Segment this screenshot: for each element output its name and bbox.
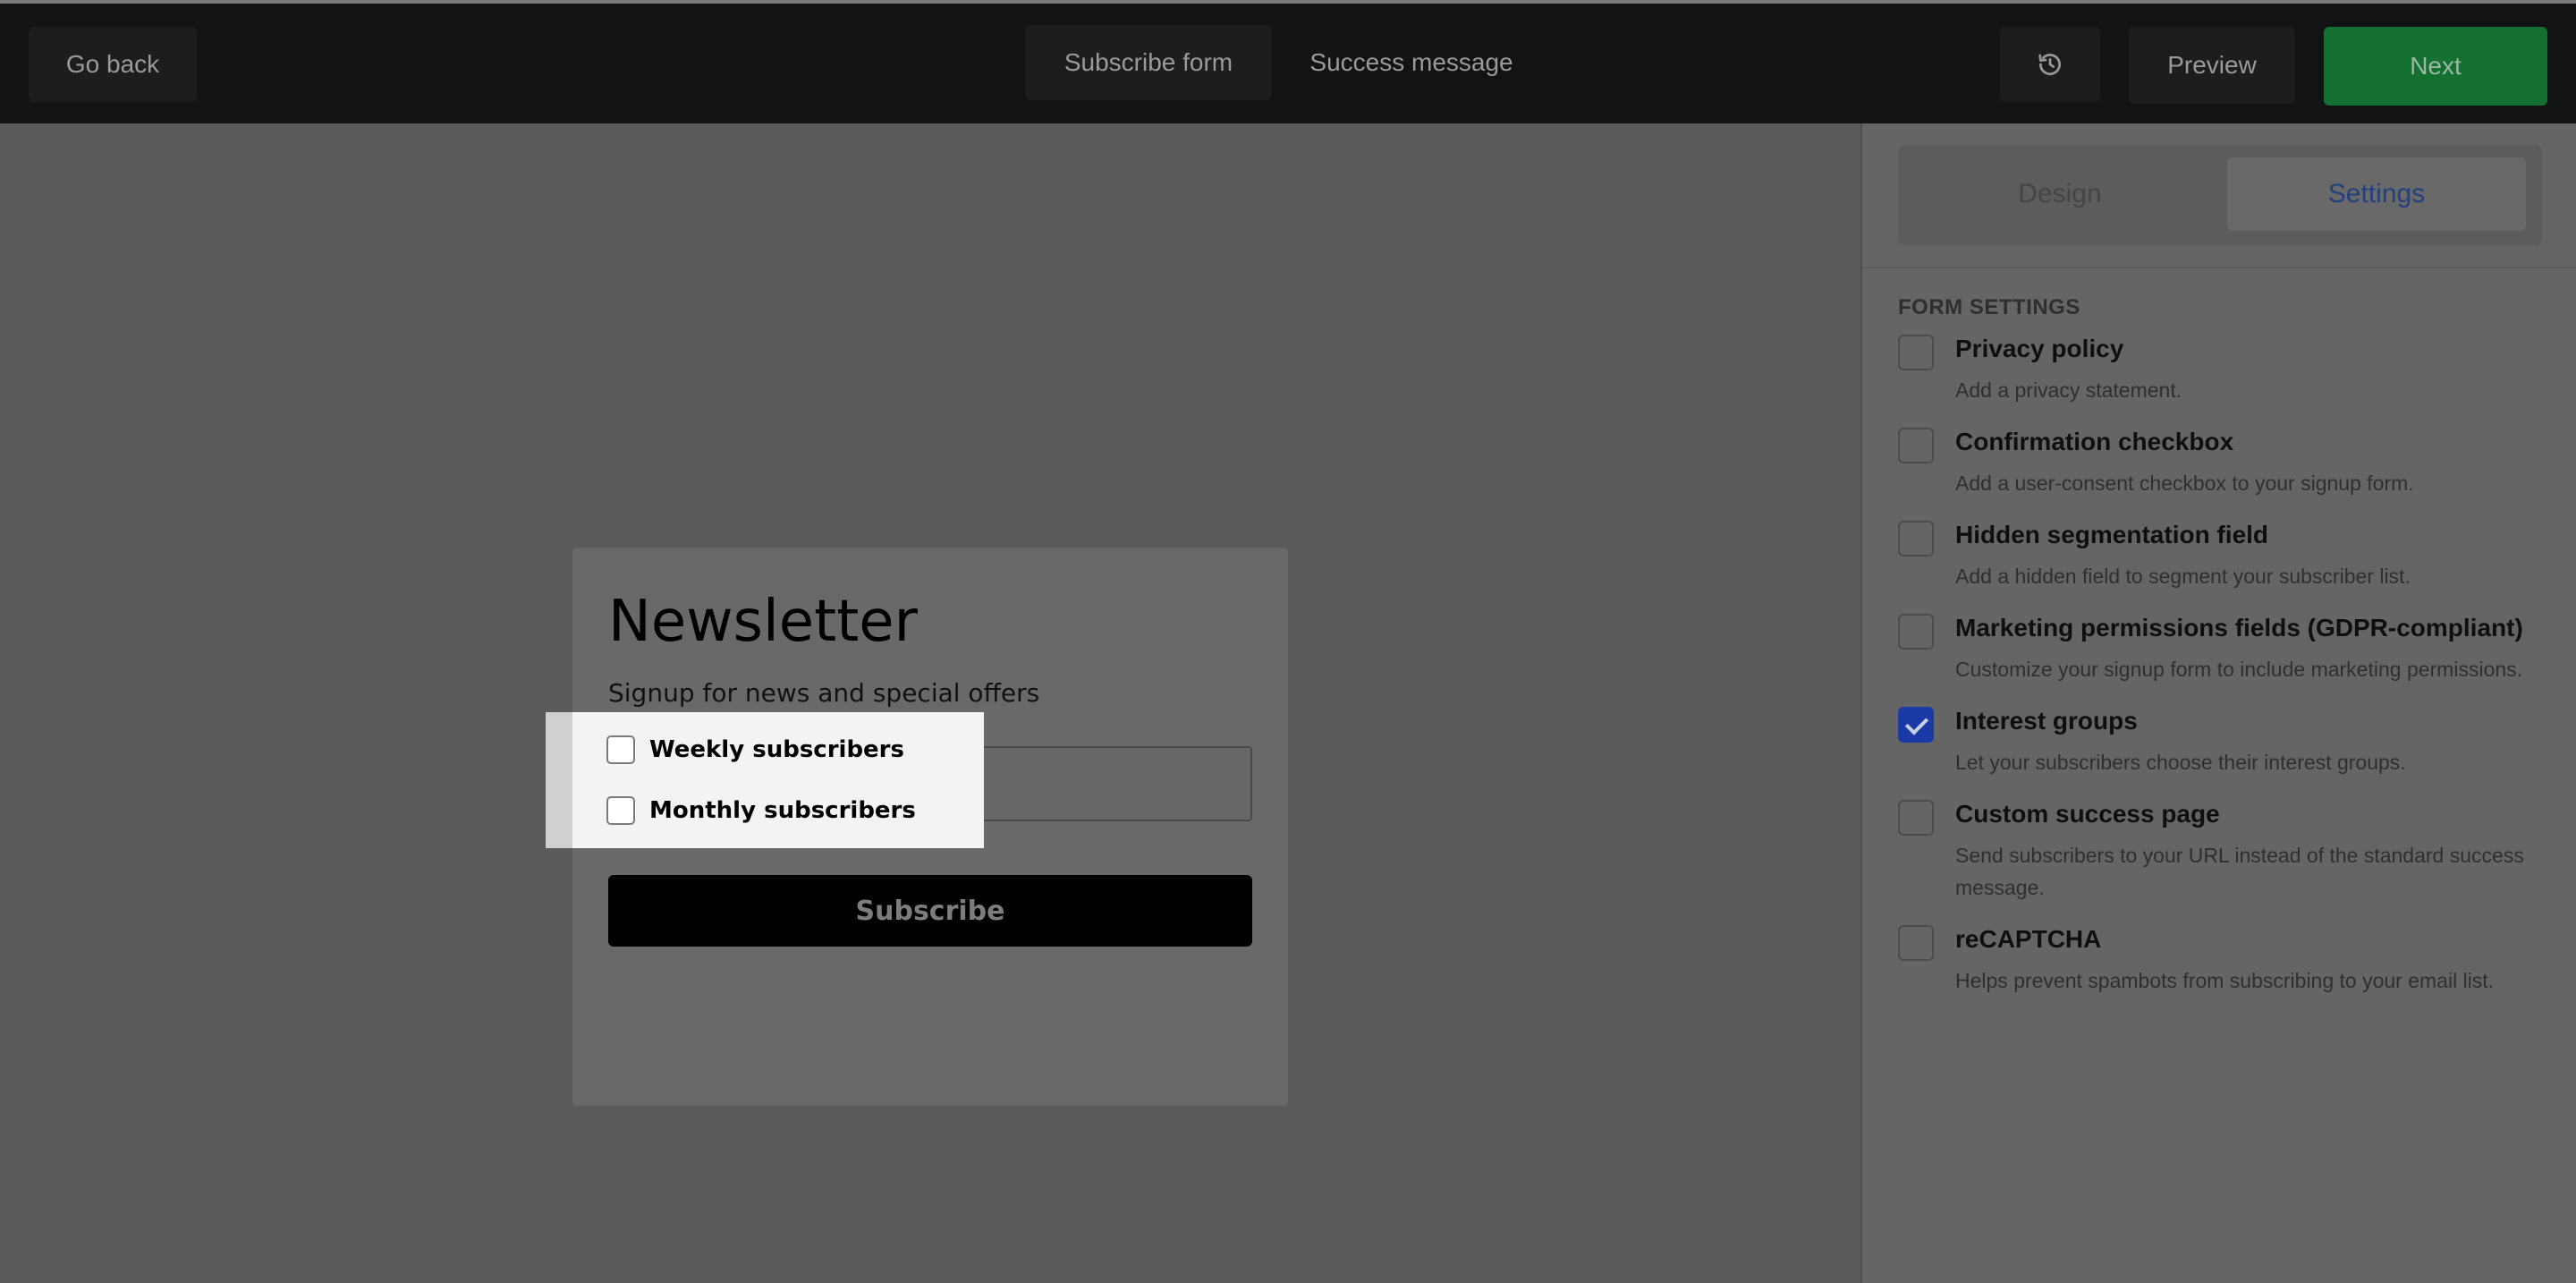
tab-success-message[interactable]: Success message	[1288, 25, 1535, 100]
preview-button[interactable]: Preview	[2129, 27, 2295, 104]
setting-title: Interest groups	[1955, 707, 2138, 735]
weekly-subscribers-checkbox[interactable]	[606, 735, 635, 764]
history-button[interactable]	[2000, 27, 2100, 102]
recaptcha-checkbox[interactable]	[1898, 925, 1934, 961]
interest-groups-checkbox[interactable]	[1898, 707, 1934, 743]
setting-title: Custom success page	[1955, 800, 2220, 828]
divider	[1862, 267, 2576, 268]
monthly-subscribers-checkbox[interactable]	[606, 796, 635, 825]
setting-description: Add a privacy statement.	[1955, 378, 2182, 402]
form-canvas: Newsletter Signup for news and special o…	[0, 123, 1860, 1283]
hidden-segmentation-field-checkbox[interactable]	[1898, 521, 1934, 557]
setting-description: Send subscribers to your URL instead of …	[1955, 844, 2524, 899]
go-back-button[interactable]: Go back	[29, 27, 197, 102]
custom-success-page-checkbox[interactable]	[1898, 800, 1934, 836]
setting-title: Confirmation checkbox	[1955, 428, 2234, 455]
setting-description: Helps prevent spambots from subscribing …	[1955, 969, 2495, 992]
panel-tab-switcher: Design Settings	[1898, 145, 2542, 245]
subscribe-button[interactable]: Subscribe	[608, 875, 1252, 947]
interest-groups-block: Weekly subscribers Monthly subscribers	[546, 712, 984, 848]
setting-title: Privacy policy	[1955, 335, 2124, 362]
next-button[interactable]: Next	[2324, 27, 2547, 106]
form-subtitle: Signup for news and special offers	[608, 678, 1040, 708]
interest-group-label: Monthly subscribers	[649, 797, 916, 824]
history-icon	[2038, 54, 2061, 75]
interest-group-option[interactable]: Monthly subscribers	[606, 796, 916, 825]
settings-panel: Design Settings FORM SETTINGS Privacy po…	[1860, 123, 2576, 1283]
setting-title: Hidden segmentation field	[1955, 521, 2269, 548]
setting-description: Add a user-consent checkbox to your sign…	[1955, 472, 2414, 495]
form-settings-heading: FORM SETTINGS	[1898, 295, 2080, 319]
setting-title: reCAPTCHA	[1955, 925, 2102, 953]
setting-description: Customize your signup form to include ma…	[1955, 658, 2523, 681]
marketing-permissions-checkbox[interactable]	[1898, 614, 1934, 650]
form-title: Newsletter	[608, 589, 918, 655]
setting-title: Marketing permissions fields (GDPR-compl…	[1955, 614, 2523, 642]
interest-group-label: Weekly subscribers	[649, 736, 904, 763]
top-bar: Go back Subscribe form Success message P…	[0, 0, 2576, 123]
privacy-policy-checkbox[interactable]	[1898, 335, 1934, 370]
tab-design[interactable]: Design	[1911, 157, 2209, 231]
tab-settings[interactable]: Settings	[2227, 157, 2526, 231]
interest-group-option[interactable]: Weekly subscribers	[606, 735, 904, 764]
tab-subscribe-form[interactable]: Subscribe form	[1025, 25, 1272, 100]
confirmation-checkbox-checkbox[interactable]	[1898, 428, 1934, 463]
setting-description: Add a hidden field to segment your subsc…	[1955, 565, 2411, 588]
setting-description: Let your subscribers choose their intere…	[1955, 751, 2406, 774]
